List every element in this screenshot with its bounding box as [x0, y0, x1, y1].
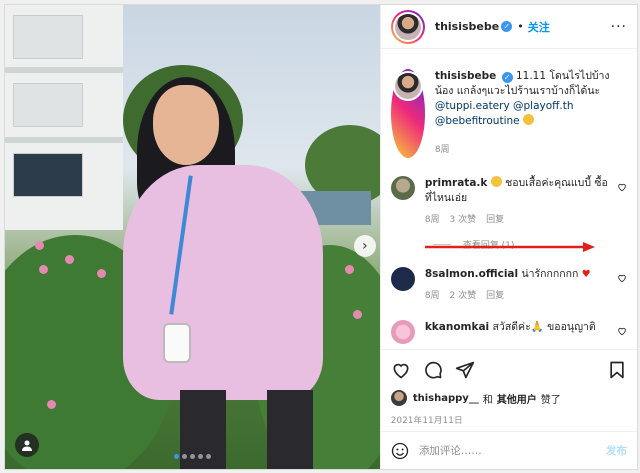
header-username[interactable]: thisisbebe [435, 20, 499, 33]
post-header: thisisbebe ✓ • 关注 ··· [380, 5, 637, 49]
story-ring[interactable] [390, 9, 425, 44]
mention-link[interactable]: @tuppi.eatery [435, 100, 510, 112]
carousel-dot [197, 454, 203, 459]
avatar[interactable] [394, 73, 421, 99]
avatar[interactable] [390, 390, 407, 406]
post-side-panel: thisisbebe ✓ • 关注 ··· thisisbebe ✓ 11.11… [379, 5, 637, 469]
avatar[interactable] [390, 320, 415, 344]
comment-input[interactable] [418, 444, 606, 457]
carousel-dot [205, 454, 211, 459]
heart-icon[interactable] [617, 326, 627, 336]
liked-by: thishappy__ 和 其他用户 赞了 [390, 390, 627, 406]
comment-text: สวัสดีค่ะ🙏 ขออนุญาติ [492, 321, 596, 333]
heart-icon[interactable] [617, 273, 627, 283]
share-plane-icon[interactable] [455, 360, 475, 380]
avatar[interactable] [390, 176, 415, 200]
carousel-dot-active [173, 454, 179, 459]
mention-link[interactable]: @playoff.th [513, 100, 574, 112]
heart-eyes-emoji-icon [490, 176, 502, 187]
smile-emoji-icon [522, 114, 534, 125]
carousel-dot [181, 454, 187, 459]
liked-by-suffix: 赞了 [540, 394, 561, 406]
comments-list[interactable]: thisisbebe ✓ 11.11 โดนไรไปบ้างน้อง แกล้ง… [381, 49, 637, 349]
carousel-dot [189, 454, 195, 459]
comment: primrata.k ชอบเสื้อค่ะคุณแบบี้ ซื้อที่ไห… [390, 176, 627, 228]
carousel-dots [5, 454, 380, 459]
avatar[interactable] [390, 267, 415, 291]
comment-username[interactable]: primrata.k [425, 177, 488, 189]
comment-time[interactable]: 8周 [425, 289, 440, 304]
add-comment-bar: 发布 [380, 431, 637, 469]
liked-by-others[interactable]: 其他用户 [497, 391, 537, 406]
chevron-right-icon[interactable]: › [353, 235, 376, 257]
avatar[interactable] [394, 13, 421, 40]
heart-icon[interactable] [617, 182, 627, 192]
verified-icon: ✓ [501, 72, 513, 83]
post-date[interactable]: 2021年11月11日 [391, 414, 627, 426]
more-options-icon[interactable]: ··· [611, 19, 627, 35]
emoji-picker-icon[interactable] [391, 442, 409, 460]
comment: kkanomkai สวัสดีค่ะ🙏 ขออนุญาติ [390, 320, 627, 344]
person-pink-hoodie [123, 165, 323, 400]
comment-username[interactable]: kkanomkai [425, 321, 489, 333]
comment-time[interactable]: 8周 [425, 213, 440, 228]
like-heart-icon[interactable] [391, 360, 411, 380]
post-comment-button[interactable]: 发布 [606, 443, 627, 458]
badge-holder [163, 323, 191, 363]
bookmark-icon[interactable] [607, 360, 627, 380]
mention-link[interactable]: @bebefitroutine [435, 115, 520, 127]
caption-time[interactable]: 8周 [435, 143, 450, 158]
comment-likes[interactable]: 3 次赞 [450, 213, 477, 228]
comment-text: น่ารักกกกกก [521, 268, 579, 280]
separator-dot: • [517, 20, 524, 33]
liked-by-username[interactable]: thishappy__ [413, 393, 479, 404]
caption: thisisbebe ✓ 11.11 โดนไรไปบ้างน้อง แกล้ง… [390, 69, 627, 158]
liked-by-connector: 和 [482, 394, 493, 406]
comment-bubble-icon[interactable] [423, 360, 443, 380]
reply-button[interactable]: 回复 [486, 289, 504, 304]
post-modal: › thisisbebe ✓ • 关注 ··· thisisbebe ✓ 11.… [4, 4, 638, 470]
verified-icon: ✓ [501, 21, 513, 32]
annotation-arrow [424, 242, 595, 252]
follow-button[interactable]: 关注 [528, 19, 550, 35]
reply-button[interactable]: 回复 [486, 213, 504, 228]
comment-likes[interactable]: 2 次赞 [450, 289, 477, 304]
background-building [5, 5, 123, 230]
comment-username[interactable]: 8salmon.official [425, 268, 518, 280]
caption-username[interactable]: thisisbebe [435, 70, 496, 82]
person-face [153, 85, 219, 165]
red-heart-emoji-icon: ♥ [581, 269, 591, 280]
post-photo[interactable]: › [5, 5, 380, 469]
comment: 8salmon.official น่ารักกกกกก ♥ 8周 2 次赞 回… [390, 267, 627, 304]
